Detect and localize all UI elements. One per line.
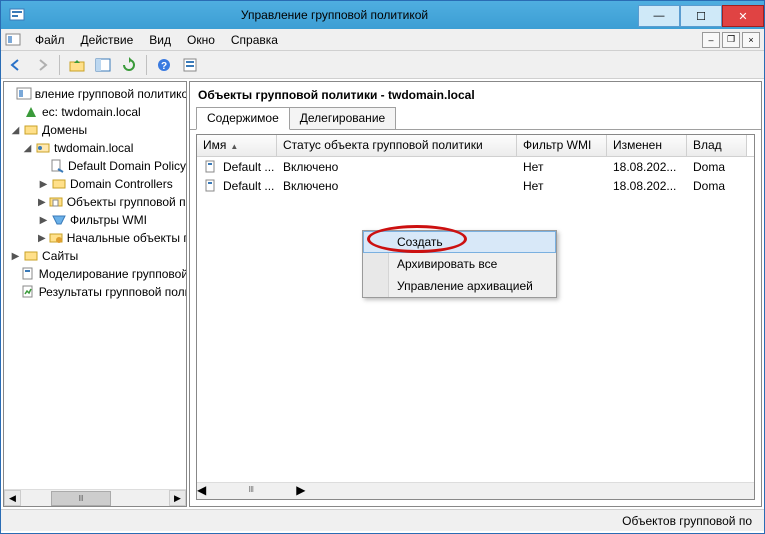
menu-action[interactable]: Действие	[73, 31, 142, 49]
tree-label: Начальные объекты гру	[67, 231, 187, 245]
tree-label: Фильтры WMI	[70, 213, 147, 227]
close-button[interactable]: ✕	[722, 5, 764, 27]
col-status[interactable]: Статус объекта групповой политики	[277, 135, 517, 156]
grid-header: Имя▲ Статус объекта групповой политики Ф…	[197, 135, 754, 157]
tree-label: вление групповой политикой	[35, 87, 187, 101]
forward-button[interactable]	[31, 54, 53, 76]
tree-root[interactable]: ▶ вление групповой политикой	[4, 85, 186, 103]
menu-help[interactable]: Справка	[223, 31, 286, 49]
pane-title: Объекты групповой политики - twdomain.lo…	[190, 82, 761, 106]
ou-icon	[51, 176, 67, 192]
scroll-left-icon[interactable]: ◀	[4, 490, 21, 506]
tree-results[interactable]: ▶ Результаты групповой политики	[4, 283, 186, 301]
ctx-archive-all[interactable]: Архивировать все	[363, 253, 556, 275]
modeling-icon	[20, 266, 36, 282]
menu-file[interactable]: Файл	[27, 31, 73, 49]
scroll-right-icon[interactable]: ▶	[296, 483, 305, 499]
gpo-icon	[203, 159, 219, 175]
maximize-button[interactable]: ☐	[680, 5, 722, 27]
tab-delegation[interactable]: Делегирование	[289, 107, 396, 130]
properties-button[interactable]	[179, 54, 201, 76]
tree-domain-controllers[interactable]: ▶ Domain Controllers	[4, 175, 186, 193]
titlebar: Управление групповой политикой — ☐ ✕	[1, 1, 764, 29]
details-pane: Объекты групповой политики - twdomain.lo…	[189, 81, 762, 507]
mdi-close-button[interactable]: ×	[742, 32, 760, 48]
tab-content[interactable]: Содержимое	[196, 107, 290, 130]
ctx-create[interactable]: Создать	[363, 231, 556, 253]
sites-icon	[23, 248, 39, 264]
tree-label: Default Domain Policy	[68, 159, 186, 173]
menu-window[interactable]: Окно	[179, 31, 223, 49]
tree-modeling[interactable]: ▶ Моделирование групповой пол	[4, 265, 186, 283]
tree-label: Объекты групповой пол	[67, 195, 187, 209]
tree-label: Результаты групповой политики	[39, 285, 187, 299]
results-icon	[20, 284, 36, 300]
tree-pane: ▶ вление групповой политикой ▶ ес: twdom…	[3, 81, 187, 507]
gpo-grid: Имя▲ Статус объекта групповой политики Ф…	[196, 134, 755, 500]
tree-label: Domain Controllers	[70, 177, 173, 191]
tree-forest[interactable]: ▶ ес: twdomain.local	[4, 103, 186, 121]
tree-wmi-filters[interactable]: ▶ Фильтры WMI	[4, 211, 186, 229]
tree-sites[interactable]: ▶ Сайты	[4, 247, 186, 265]
gpo-icon	[203, 178, 219, 194]
col-owner[interactable]: Влад	[687, 135, 747, 156]
back-button[interactable]	[5, 54, 27, 76]
tree-default-policy[interactable]: ▶ Default Domain Policy	[4, 157, 186, 175]
svg-text:?: ?	[161, 61, 167, 72]
gpo-folder-icon	[48, 194, 64, 210]
col-wmi[interactable]: Фильтр WMI	[517, 135, 607, 156]
menu-view[interactable]: Вид	[141, 31, 179, 49]
tree-label: ес: twdomain.local	[42, 105, 141, 119]
window-title: Управление групповой политикой	[31, 8, 638, 22]
scroll-right-icon[interactable]: ▶	[169, 490, 186, 506]
tree-starter-gpo[interactable]: ▶ Начальные объекты гру	[4, 229, 186, 247]
tree-label: Моделирование групповой пол	[39, 267, 187, 281]
help-button[interactable]: ?	[153, 54, 175, 76]
forest-icon	[23, 104, 39, 120]
col-modified[interactable]: Изменен	[607, 135, 687, 156]
mdi-minimize-button[interactable]: –	[702, 32, 720, 48]
tab-strip: Содержимое Делегирование	[190, 106, 761, 130]
domains-icon	[23, 122, 39, 138]
wmi-icon	[51, 212, 67, 228]
domain-icon	[35, 140, 51, 156]
status-text: Объектов групповой по	[622, 514, 752, 528]
app-icon	[9, 7, 25, 23]
toolbar: ?	[1, 51, 764, 79]
tree-gpo-container[interactable]: ▶ Объекты групповой пол	[4, 193, 186, 211]
menubar: Файл Действие Вид Окно Справка – ❐ ×	[1, 29, 764, 51]
tree-hscrollbar[interactable]: ◀ Ⅲ ▶	[4, 489, 186, 506]
gpo-link-icon	[49, 158, 65, 174]
up-folder-button[interactable]	[66, 54, 88, 76]
tree-label: twdomain.local	[54, 141, 133, 155]
context-menu: Создать Архивировать все Управление архи…	[362, 230, 557, 298]
mmc-icon	[5, 32, 21, 48]
mdi-restore-button[interactable]: ❐	[722, 32, 740, 48]
grid-row[interactable]: Default ... Включено Нет 18.08.202... Do…	[197, 157, 754, 176]
ctx-manage-archive[interactable]: Управление архивацией	[363, 275, 556, 297]
grid-row[interactable]: Default ... Включено Нет 18.08.202... Do…	[197, 176, 754, 195]
tree-label: Сайты	[42, 249, 78, 263]
starter-gpo-icon	[48, 230, 64, 246]
tree-twdomain[interactable]: ◢ twdomain.local	[4, 139, 186, 157]
minimize-button[interactable]: —	[638, 5, 680, 27]
mmc-root-icon	[16, 86, 32, 102]
show-tree-button[interactable]	[92, 54, 114, 76]
grid-hscrollbar[interactable]: ◀ Ⅲ ▶	[197, 482, 754, 499]
tree-domains[interactable]: ◢ Домены	[4, 121, 186, 139]
scroll-left-icon[interactable]: ◀	[197, 483, 206, 499]
refresh-button[interactable]	[118, 54, 140, 76]
col-name[interactable]: Имя▲	[197, 135, 277, 156]
tree-label: Домены	[42, 123, 87, 137]
statusbar: Объектов групповой по	[1, 509, 764, 531]
